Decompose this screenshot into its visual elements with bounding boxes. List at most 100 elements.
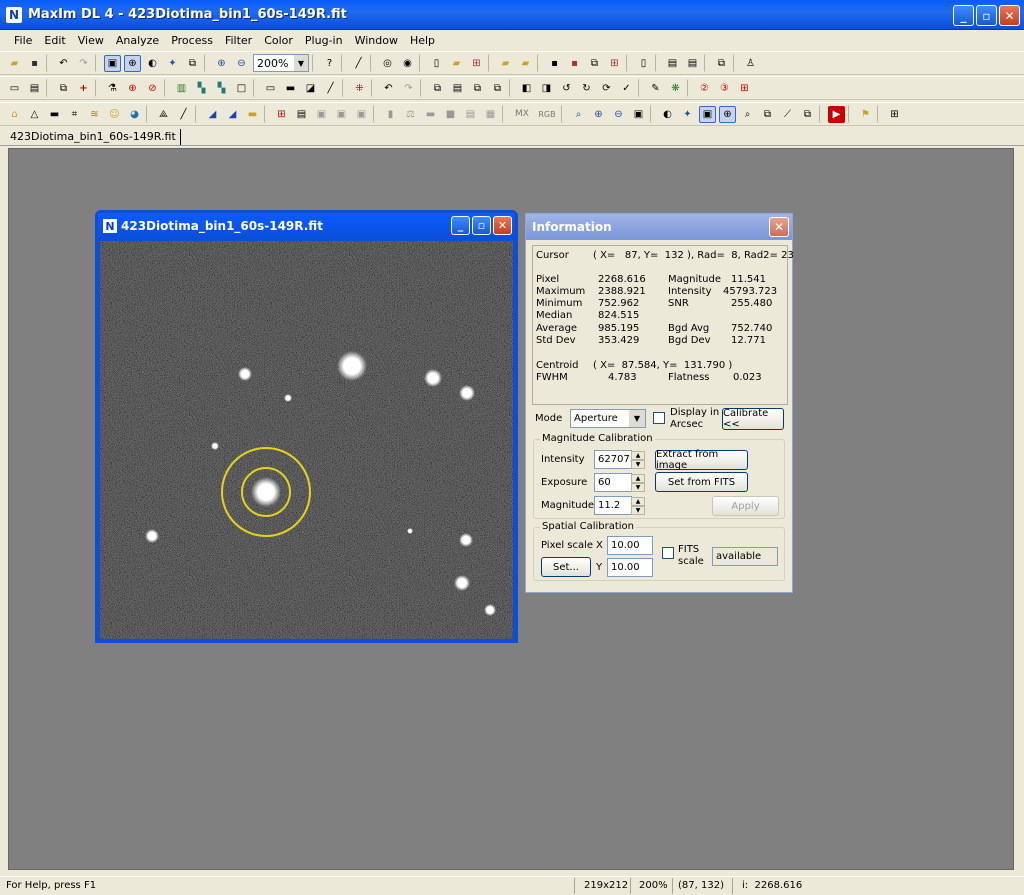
save-icon[interactable]: ▪ bbox=[26, 55, 43, 72]
duplicate-icon[interactable]: ⧉ bbox=[469, 80, 486, 97]
target-icon[interactable]: ⊕ bbox=[124, 80, 141, 97]
pin-icon[interactable]: ✦ bbox=[164, 55, 181, 72]
calibrate-button[interactable]: Calibrate << bbox=[722, 408, 784, 430]
minimize-button[interactable]: _ bbox=[953, 5, 974, 26]
save-as-icon[interactable]: ▪ bbox=[546, 55, 563, 72]
menu-color[interactable]: Color bbox=[258, 34, 299, 47]
properties-icon[interactable]: ⧉ bbox=[184, 55, 201, 72]
menu-window[interactable]: Window bbox=[349, 34, 404, 47]
settings-icon[interactable]: ⧉ bbox=[713, 55, 730, 72]
menu-edit[interactable]: Edit bbox=[38, 34, 71, 47]
child-minimize-button[interactable]: _ bbox=[451, 216, 470, 235]
information-dialog[interactable]: Information ✕ Cursor ( X= 87, Y= 132 ), … bbox=[525, 213, 794, 593]
camera-icon[interactable]: ◉ bbox=[399, 55, 416, 72]
fit-icon[interactable]: ▣ bbox=[630, 106, 647, 123]
zoom-in-icon[interactable]: ⊕ bbox=[213, 55, 230, 72]
flip-vertical-icon[interactable]: ◨ bbox=[538, 80, 555, 97]
paste-icon[interactable]: ▤ bbox=[449, 80, 466, 97]
intensity-input[interactable]: 62707. bbox=[594, 450, 632, 469]
flag-icon[interactable]: ⚑ bbox=[857, 106, 874, 123]
open-folder-icon[interactable]: ▰ bbox=[448, 55, 465, 72]
network-icon[interactable]: ⊞ bbox=[468, 55, 485, 72]
block-icon[interactable]: ■ bbox=[442, 106, 459, 123]
line-icon[interactable]: ╱ bbox=[322, 80, 339, 97]
rotate-ccw-icon[interactable]: ↺ bbox=[558, 80, 575, 97]
copy2-icon[interactable]: ⧉ bbox=[429, 80, 446, 97]
rotate-icon[interactable]: ⟳ bbox=[598, 80, 615, 97]
information-title-bar[interactable]: Information bbox=[526, 214, 792, 240]
ramp2-icon[interactable]: ◢ bbox=[224, 106, 241, 123]
menu-process[interactable]: Process bbox=[165, 34, 219, 47]
calendar-3-icon[interactable]: ③ bbox=[716, 80, 733, 97]
window-icon[interactable]: ⧉ bbox=[799, 106, 816, 123]
menu-filter[interactable]: Filter bbox=[219, 34, 258, 47]
undo2-icon[interactable]: ↶ bbox=[380, 80, 397, 97]
pin2-icon[interactable]: ✦ bbox=[679, 106, 696, 123]
frame-a-icon[interactable]: ▣ bbox=[313, 106, 330, 123]
smiley-icon[interactable]: ☺ bbox=[106, 106, 123, 123]
redo2-icon[interactable]: ↷ bbox=[400, 80, 417, 97]
calendar-2-icon[interactable]: ② bbox=[696, 80, 713, 97]
intensity-spinner[interactable]: ▲ ▼ bbox=[631, 451, 645, 469]
bar-icon[interactable]: ▬ bbox=[244, 106, 261, 123]
menu-analyze[interactable]: Analyze bbox=[110, 34, 165, 47]
print-icon[interactable]: ▤ bbox=[684, 55, 701, 72]
fits-scale-checkbox[interactable] bbox=[662, 547, 674, 559]
rectangle-icon[interactable]: ▭ bbox=[262, 80, 279, 97]
bar-chart-icon[interactable]: ▥ bbox=[173, 80, 190, 97]
exposure-spinner[interactable]: ▲ ▼ bbox=[631, 474, 645, 492]
copy-icon[interactable]: ⧉ bbox=[55, 80, 72, 97]
line-profile-icon[interactable]: ⟋ bbox=[779, 106, 796, 123]
crosshair2-icon[interactable]: ⊕ bbox=[719, 105, 736, 123]
color-grid-icon[interactable]: ⊞ bbox=[736, 80, 753, 97]
frame-icon[interactable]: □ bbox=[233, 80, 250, 97]
undo-icon[interactable]: ↶ bbox=[55, 55, 72, 72]
crosshair-icon[interactable]: ⊕ bbox=[124, 54, 141, 72]
child-close-button[interactable]: ✕ bbox=[493, 216, 512, 235]
histogram-icon[interactable]: ▭ bbox=[6, 80, 23, 97]
magnifier-icon[interactable]: ⌕ bbox=[570, 106, 587, 123]
frame-c-icon[interactable]: ▣ bbox=[353, 106, 370, 123]
display-arcsec-checkbox[interactable] bbox=[653, 412, 665, 424]
screen-stretch2-icon[interactable]: ▣ bbox=[699, 105, 716, 123]
set-from-fits-button[interactable]: Set from FITS bbox=[655, 472, 748, 492]
frame-b-icon[interactable]: ▣ bbox=[333, 106, 350, 123]
pencil-icon[interactable]: ✎ bbox=[647, 80, 664, 97]
layers-icon[interactable]: ≋ bbox=[86, 106, 103, 123]
menu-plugin[interactable]: Plug-in bbox=[299, 34, 349, 47]
zoom-out-icon[interactable]: ⊖ bbox=[233, 55, 250, 72]
maximize-button[interactable]: ▫ bbox=[976, 5, 997, 26]
magnitude-input[interactable]: 11.2 bbox=[594, 496, 632, 515]
cube-icon[interactable]: ▦ bbox=[482, 106, 499, 123]
zoom-in2-icon[interactable]: ⊕ bbox=[590, 106, 607, 123]
copy-window-icon[interactable]: ⧉ bbox=[586, 55, 603, 72]
shapes-icon[interactable]: ⟁ bbox=[155, 106, 172, 123]
information-close-button[interactable]: ✕ bbox=[769, 217, 789, 237]
color-cube-icon[interactable]: ⊞ bbox=[273, 106, 290, 123]
wand-icon[interactable]: ╱ bbox=[350, 55, 367, 72]
print-preview-icon[interactable]: ▤ bbox=[664, 55, 681, 72]
gauge-icon[interactable]: ▮ bbox=[382, 106, 399, 123]
triangle-icon[interactable]: △ bbox=[26, 106, 43, 123]
brush-icon[interactable]: ╱ bbox=[175, 106, 192, 123]
properties2-icon[interactable]: ⧉ bbox=[759, 106, 776, 123]
exposure-input[interactable]: 60 bbox=[594, 473, 632, 492]
image-window[interactable]: N 423Diotima_bin1_60s-149R.fit _ ▫ ✕ bbox=[95, 210, 518, 643]
save-all-icon[interactable]: ▪ bbox=[566, 55, 583, 72]
flask-icon[interactable]: ⚗ bbox=[104, 80, 121, 97]
screen-stretch-icon[interactable]: ▣ bbox=[104, 54, 121, 72]
search-image-icon[interactable]: ⌕ bbox=[739, 106, 756, 123]
zoom-select[interactable]: 200% ▼ bbox=[253, 54, 309, 72]
scatter-icon[interactable]: ⁜ bbox=[351, 80, 368, 97]
child-maximize-button[interactable]: ▫ bbox=[472, 216, 491, 235]
context-help-icon[interactable]: ? bbox=[321, 55, 338, 72]
balance-icon[interactable]: ⚖ bbox=[402, 106, 419, 123]
document-icon[interactable]: ▯ bbox=[635, 55, 652, 72]
align-icon[interactable]: ▚ bbox=[193, 80, 210, 97]
x-scale-input[interactable]: 10.00 bbox=[607, 536, 653, 555]
stack-icon[interactable]: ▤ bbox=[26, 80, 43, 97]
new-icon[interactable]: ▯ bbox=[428, 55, 445, 72]
rotate-cw-icon[interactable]: ↻ bbox=[578, 80, 595, 97]
folder-group-icon[interactable]: ▰ bbox=[517, 55, 534, 72]
no-entry-icon[interactable]: ⊘ bbox=[144, 80, 161, 97]
